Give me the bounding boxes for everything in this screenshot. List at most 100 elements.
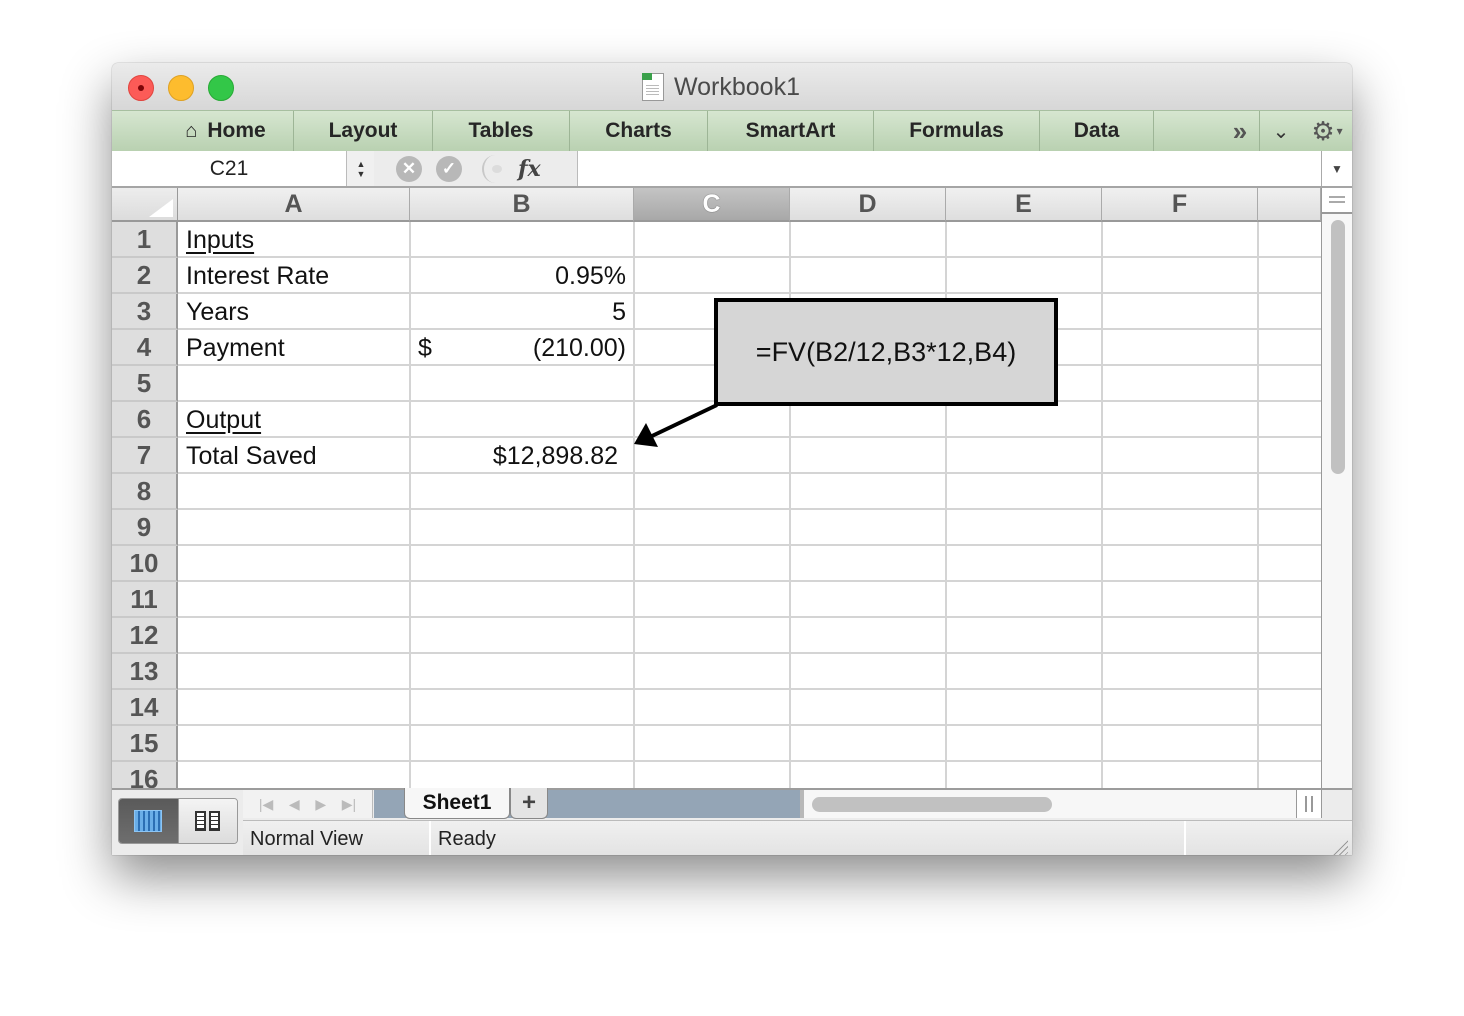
row-header-16[interactable]: 16 — [112, 762, 178, 788]
add-sheet-button[interactable]: + — [510, 788, 548, 819]
caret-down-icon: ▾ — [1336, 124, 1343, 138]
more-tabs-chevron-icon[interactable]: » — [1221, 111, 1260, 151]
tab-home-label: Home — [207, 119, 266, 142]
column-gridline — [409, 222, 411, 788]
enter-formula-icon[interactable]: ✓ — [436, 155, 462, 182]
formula-tools: ✕ ✓ fx — [374, 151, 578, 186]
normal-view-icon — [134, 810, 163, 832]
previous-sheet-icon[interactable]: ◀ — [289, 796, 300, 813]
row-header-9[interactable]: 9 — [112, 510, 178, 546]
row-header-15[interactable]: 15 — [112, 726, 178, 762]
insert-function-icon[interactable]: fx — [518, 156, 541, 182]
row-header-2[interactable]: 2 — [112, 258, 178, 294]
row-gridline — [178, 508, 1321, 510]
last-sheet-icon[interactable]: ▶| — [342, 796, 356, 813]
row-gridline — [178, 652, 1321, 654]
excel-document-icon — [642, 73, 664, 101]
maximize-window-button[interactable] — [208, 75, 234, 101]
bottom-bar: |◀ ◀ ▶ ▶| Sheet1 + Normal View Ready — [112, 788, 1352, 855]
vertical-scroll-thumb[interactable] — [1331, 220, 1345, 474]
row-header-5[interactable]: 5 — [112, 366, 178, 402]
row-header-12[interactable]: 12 — [112, 618, 178, 654]
cell-a7-total-saved-label[interactable]: Total Saved — [180, 438, 408, 474]
split-handle-icon[interactable] — [1322, 188, 1352, 214]
tab-layout[interactable]: Layout — [294, 111, 433, 151]
window-title: Workbook1 — [642, 71, 800, 103]
tab-smartart-label: SmartArt — [745, 119, 836, 142]
column-header-a[interactable]: A — [178, 188, 410, 222]
cell-a1-inputs-heading[interactable]: Inputs — [180, 222, 408, 258]
gear-icon: ⚙ — [1311, 115, 1335, 146]
cell-a6-output-heading[interactable]: Output — [180, 402, 408, 438]
page-layout-icon — [195, 811, 221, 831]
column-header-b[interactable]: B — [410, 188, 634, 222]
cancel-formula-icon[interactable]: ✕ — [396, 155, 422, 182]
horizontal-scroll-thumb[interactable] — [812, 797, 1052, 812]
column-header-c[interactable]: C — [634, 188, 790, 222]
row-header-6[interactable]: 6 — [112, 402, 178, 438]
stepper-down-icon: ▼ — [356, 168, 366, 179]
sheet-tab[interactable]: Sheet1 — [404, 788, 510, 819]
row-header-11[interactable]: 11 — [112, 582, 178, 618]
horizontal-split-handle-icon[interactable] — [1296, 790, 1322, 818]
cell-b3-years-value[interactable]: 5 — [412, 294, 632, 330]
sheet-navigation: |◀ ◀ ▶ ▶| — [243, 790, 373, 818]
next-sheet-icon[interactable]: ▶ — [315, 796, 326, 813]
cell-b2-interest-rate-value[interactable]: 0.95% — [412, 258, 632, 294]
name-box[interactable]: C21 — [112, 151, 346, 186]
row-header-3[interactable]: 3 — [112, 294, 178, 330]
ribbon-tabs: ⌂ Home Layout Tables Charts SmartArt For… — [112, 110, 1352, 152]
row-gridline — [178, 724, 1321, 726]
column-header-g[interactable] — [1258, 188, 1321, 222]
cell-a3-years-label[interactable]: Years — [180, 294, 408, 330]
row-header-14[interactable]: 14 — [112, 690, 178, 726]
spreadsheet-grid[interactable]: A B C D E F 1 2 3 4 5 6 7 8 9 10 11 12 13 14 15 16 Inputs Inter… — [112, 188, 1321, 788]
cell-b4-payment-value[interactable]: (210.00) — [412, 330, 632, 366]
cell-b7-total-saved-value[interactable]: $12,898.82 — [412, 438, 632, 474]
collapse-ribbon-chevron-icon[interactable]: ⌄ — [1260, 111, 1302, 151]
resize-grip-icon[interactable] — [1330, 837, 1348, 855]
expand-formula-bar-icon[interactable]: ▼ — [1321, 151, 1352, 186]
callout-arrow-line — [651, 403, 718, 438]
row-header-10[interactable]: 10 — [112, 546, 178, 582]
formula-builder-toggle-icon[interactable] — [482, 154, 508, 183]
callout-arrow-head-icon — [634, 423, 658, 447]
tab-charts-label: Charts — [605, 119, 672, 142]
stepper-up-icon: ▲ — [356, 158, 366, 169]
minimize-window-button[interactable] — [168, 75, 194, 101]
column-header-d[interactable]: D — [790, 188, 946, 222]
first-sheet-icon[interactable]: |◀ — [259, 796, 273, 813]
column-gridline — [633, 222, 635, 788]
name-box-stepper[interactable]: ▲ ▼ — [346, 151, 376, 186]
row-header-4[interactable]: 4 — [112, 330, 178, 366]
tab-formulas[interactable]: Formulas — [874, 111, 1040, 151]
formula-bar: C21 ▲ ▼ ✕ ✓ fx ▼ — [112, 151, 1352, 188]
row-header-8[interactable]: 8 — [112, 474, 178, 510]
cell-a4-payment-label[interactable]: Payment — [180, 330, 408, 366]
tab-data[interactable]: Data — [1040, 111, 1154, 151]
column-header-e[interactable]: E — [946, 188, 1102, 222]
settings-menu-button[interactable]: ⚙ ▾ — [1302, 111, 1352, 151]
tab-home[interactable]: ⌂ Home — [112, 111, 294, 151]
cell-a2-interest-rate-label[interactable]: Interest Rate — [180, 258, 408, 294]
tab-tables[interactable]: Tables — [433, 111, 570, 151]
close-window-button[interactable] — [128, 75, 154, 101]
tab-smartart[interactable]: SmartArt — [708, 111, 874, 151]
column-header-f[interactable]: F — [1102, 188, 1258, 222]
normal-view-button[interactable] — [119, 799, 178, 843]
status-ready: Ready — [431, 821, 1186, 855]
row-header-13[interactable]: 13 — [112, 654, 178, 690]
status-view-mode: Normal View — [243, 821, 431, 855]
horizontal-scrollbar[interactable] — [800, 790, 1296, 818]
formula-input[interactable] — [578, 151, 1320, 186]
row-gridline — [178, 544, 1321, 546]
vertical-scrollbar[interactable] — [1321, 188, 1352, 788]
row-header-7[interactable]: 7 — [112, 438, 178, 474]
page-layout-view-button[interactable] — [177, 799, 237, 843]
row-gridline — [178, 760, 1321, 762]
excel-window: Workbook1 ⌂ Home Layout Tables Charts Sm… — [112, 63, 1352, 855]
tab-charts[interactable]: Charts — [570, 111, 708, 151]
select-all-corner[interactable] — [112, 188, 178, 222]
formula-callout-box[interactable]: =FV(B2/12,B3*12,B4) — [714, 298, 1058, 406]
row-header-1[interactable]: 1 — [112, 222, 178, 258]
